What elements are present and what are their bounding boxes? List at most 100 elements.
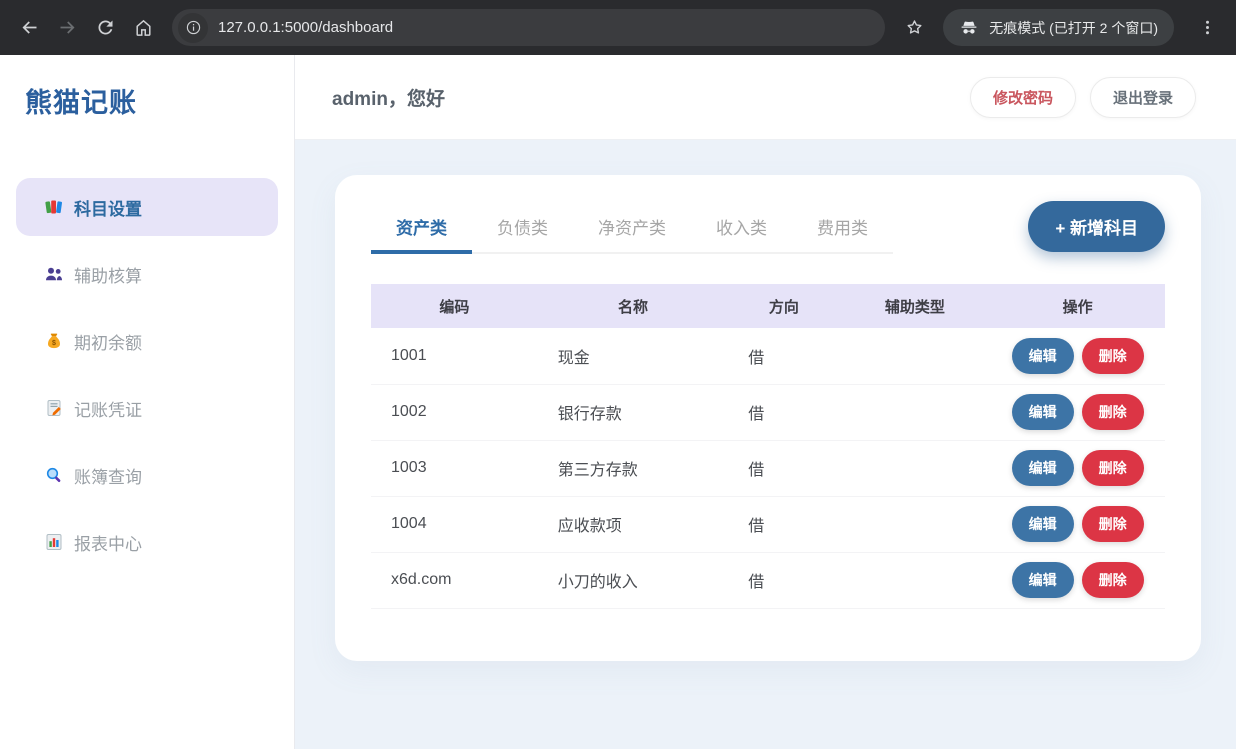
change-password-button[interactable]: 修改密码 xyxy=(970,77,1076,118)
subjects-table: 编码名称方向辅助类型操作 1001现金借编辑删除1002银行存款借编辑删除100… xyxy=(371,284,1165,609)
cell-aux-type xyxy=(839,496,990,552)
cell-aux-type xyxy=(839,552,990,608)
back-arrow-icon xyxy=(19,17,40,38)
cell-direction: 借 xyxy=(728,440,839,496)
cell-actions: 编辑删除 xyxy=(990,496,1165,552)
cell-aux-type xyxy=(839,440,990,496)
star-icon xyxy=(904,17,925,38)
cell-direction: 借 xyxy=(728,552,839,608)
bookmark-button[interactable] xyxy=(895,9,933,47)
table-row: 1003第三方存款借 编辑删除 xyxy=(371,440,1165,496)
cell-actions: 编辑删除 xyxy=(990,440,1165,496)
add-subject-button[interactable]: + 新增科目 xyxy=(1028,201,1165,252)
tab-liabilities[interactable]: 负债类 xyxy=(472,199,573,254)
edit-button[interactable]: 编辑 xyxy=(1012,450,1074,486)
sidebar-item-label: 科目设置 xyxy=(74,195,142,220)
column-header: 方向 xyxy=(728,284,839,328)
tab-net-assets[interactable]: 净资产类 xyxy=(573,199,691,254)
table-row: 1004应收款项借编辑删除 xyxy=(371,496,1165,552)
search-icon xyxy=(44,465,64,485)
tab-expense[interactable]: 费用类 xyxy=(792,199,893,254)
browser-toolbar: 127.0.0.1:5000/dashboard 无痕模式 (已打开 2 个窗口… xyxy=(0,0,1236,55)
back-button[interactable] xyxy=(10,9,48,47)
table-row: x6d.com小刀的收入借 编辑删除 xyxy=(371,552,1165,608)
home-button[interactable] xyxy=(124,9,162,47)
browser-menu-button[interactable] xyxy=(1188,9,1226,47)
sidebar-item-label: 报表中心 xyxy=(74,530,142,555)
books-icon xyxy=(44,197,64,217)
kebab-menu-icon xyxy=(1197,17,1218,38)
cell-name: 第三方存款 xyxy=(538,440,729,496)
logout-button[interactable]: 退出登录 xyxy=(1090,77,1196,118)
cell-code: 1003 xyxy=(371,440,538,496)
forward-button[interactable] xyxy=(48,9,86,47)
cell-name: 银行存款 xyxy=(538,384,729,440)
main-area: admin，您好 修改密码 退出登录 资产类负债类净资产类收入类费用类 + 新增… xyxy=(295,55,1236,749)
sidebar-item-report-center[interactable]: 报表中心 xyxy=(16,513,278,571)
users-icon xyxy=(44,264,64,284)
edit-button[interactable]: 编辑 xyxy=(1012,394,1074,430)
refresh-button[interactable] xyxy=(86,9,124,47)
incognito-badge[interactable]: 无痕模式 (已打开 2 个窗口) xyxy=(943,9,1174,46)
column-header: 编码 xyxy=(371,284,538,328)
tab-assets[interactable]: 资产类 xyxy=(371,199,472,254)
url-text[interactable]: 127.0.0.1:5000/dashboard xyxy=(218,19,393,36)
column-header: 名称 xyxy=(538,284,729,328)
svg-text:$: $ xyxy=(52,340,56,347)
cell-code: 1002 xyxy=(371,384,538,440)
cell-name: 应收款项 xyxy=(538,496,729,552)
address-bar[interactable]: 127.0.0.1:5000/dashboard xyxy=(172,9,885,46)
delete-button[interactable]: 删除 xyxy=(1082,338,1144,374)
table-row: 1002银行存款借 编辑删除 xyxy=(371,384,1165,440)
tabs-row: 资产类负债类净资产类收入类费用类 + 新增科目 xyxy=(371,199,1165,254)
user-greeting: admin，您好 xyxy=(332,84,445,111)
refresh-icon xyxy=(95,17,116,38)
app-window: 熊猫记账 科目设置辅助核算 $ 期初余额记账凭证账簿查询报表中心 admin，您好 … xyxy=(0,55,1236,749)
tab-bar: 资产类负债类净资产类收入类费用类 xyxy=(371,199,893,254)
money-bag-icon: $ xyxy=(44,331,64,351)
cell-aux-type xyxy=(839,328,990,384)
cell-actions: 编辑删除 xyxy=(990,552,1165,608)
sidebar-item-label: 辅助核算 xyxy=(74,262,142,287)
sidebar-item-label: 记账凭证 xyxy=(74,396,142,421)
sidebar-nav: 科目设置辅助核算 $ 期初余额记账凭证账簿查询报表中心 xyxy=(0,178,294,571)
edit-button[interactable]: 编辑 xyxy=(1012,562,1074,598)
cell-aux-type xyxy=(839,384,990,440)
home-icon xyxy=(133,17,154,38)
sidebar-item-opening-balance[interactable]: $ 期初余额 xyxy=(16,312,278,370)
subjects-card: 资产类负债类净资产类收入类费用类 + 新增科目 编码名称方向辅助类型操作 100… xyxy=(335,175,1201,661)
delete-button[interactable]: 删除 xyxy=(1082,394,1144,430)
cell-code: x6d.com xyxy=(371,552,538,608)
cell-code: 1004 xyxy=(371,496,538,552)
sidebar: 熊猫记账 科目设置辅助核算 $ 期初余额记账凭证账簿查询报表中心 xyxy=(0,55,295,749)
cell-name: 小刀的收入 xyxy=(538,552,729,608)
sidebar-item-label: 期初余额 xyxy=(74,329,142,354)
table-header-row: 编码名称方向辅助类型操作 xyxy=(371,284,1165,328)
incognito-icon xyxy=(959,18,979,38)
cell-name: 现金 xyxy=(538,328,729,384)
delete-button[interactable]: 删除 xyxy=(1082,450,1144,486)
column-header: 辅助类型 xyxy=(839,284,990,328)
sidebar-item-aux-accounting[interactable]: 辅助核算 xyxy=(16,245,278,303)
delete-button[interactable]: 删除 xyxy=(1082,562,1144,598)
edit-button[interactable]: 编辑 xyxy=(1012,506,1074,542)
site-info-icon[interactable] xyxy=(178,13,208,43)
sidebar-item-voucher[interactable]: 记账凭证 xyxy=(16,379,278,437)
sidebar-item-subject-settings[interactable]: 科目设置 xyxy=(16,178,278,236)
tab-income[interactable]: 收入类 xyxy=(691,199,792,254)
cell-direction: 借 xyxy=(728,328,839,384)
table-row: 1001现金借编辑删除 xyxy=(371,328,1165,384)
delete-button[interactable]: 删除 xyxy=(1082,506,1144,542)
app-title: 熊猫记账 xyxy=(25,81,294,120)
cell-actions: 编辑删除 xyxy=(990,328,1165,384)
column-header: 操作 xyxy=(990,284,1165,328)
memo-icon xyxy=(44,398,64,418)
cell-direction: 借 xyxy=(728,384,839,440)
cell-actions: 编辑删除 xyxy=(990,384,1165,440)
edit-button[interactable]: 编辑 xyxy=(1012,338,1074,374)
content: 资产类负债类净资产类收入类费用类 + 新增科目 编码名称方向辅助类型操作 100… xyxy=(295,140,1236,661)
sidebar-item-ledger-query[interactable]: 账簿查询 xyxy=(16,446,278,504)
topbar-actions: 修改密码 退出登录 xyxy=(970,77,1196,118)
topbar: admin，您好 修改密码 退出登录 xyxy=(295,55,1236,140)
chart-icon xyxy=(44,532,64,552)
